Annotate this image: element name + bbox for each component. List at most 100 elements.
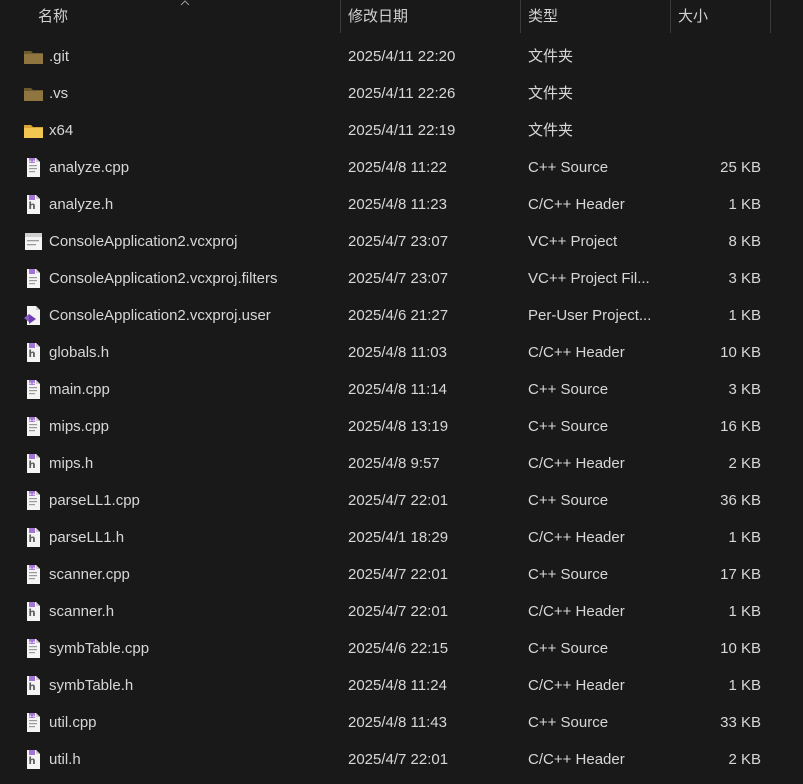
cpp-file-icon: ++ (23, 157, 44, 178)
file-type: VC++ Project Fil... (528, 270, 650, 287)
header-file-icon: h (23, 749, 44, 770)
file-type: C/C++ Header (528, 196, 625, 213)
vcxproj-file-icon (23, 231, 44, 252)
file-type: C++ Source (528, 159, 609, 176)
file-row[interactable]: ConsoleApplication2.vcxproj.user 2025/4/6… (0, 297, 803, 334)
svg-text:++: ++ (28, 380, 36, 386)
file-type: C++ Source (528, 714, 609, 731)
file-type: C/C++ Header (528, 677, 625, 694)
file-date-modified: 2025/4/6 21:27 (348, 307, 449, 324)
file-size: 3 KB (728, 381, 761, 398)
file-name: .vs (49, 85, 69, 102)
file-date-modified: 2025/4/7 23:07 (348, 233, 449, 250)
svg-text:++: ++ (28, 417, 36, 423)
column-header-type[interactable]: 类型 (521, 0, 670, 33)
file-name: ConsoleApplication2.vcxproj.user (49, 307, 271, 324)
cpp-file-icon: ++ (23, 638, 44, 659)
file-size: 36 KB (720, 492, 761, 509)
file-size: 2 KB (728, 455, 761, 472)
file-row[interactable]: h analyze.h 2025/4/8 11:23 C/C++ Header 1 KB (0, 186, 803, 223)
file-size (672, 112, 761, 149)
file-type: 文件夹 (528, 48, 574, 65)
column-header-date[interactable]: 修改日期 (341, 0, 520, 33)
file-date-modified: 2025/4/8 9:57 (348, 455, 440, 472)
cpp-file-icon: ++ (23, 379, 44, 400)
file-name: util.cpp (49, 714, 97, 731)
file-row[interactable]: ++ parseLL1.cpp 2025/4/7 22:01 C++ Source 36… (0, 482, 803, 519)
file-date-modified: 2025/4/7 22:01 (348, 492, 449, 509)
file-date-modified: 2025/4/8 11:03 (348, 344, 447, 361)
column-header-size[interactable]: 大小 (671, 0, 770, 33)
file-size: 1 KB (728, 307, 761, 324)
svg-text:++: ++ (28, 639, 36, 645)
svg-text:h: h (28, 201, 35, 212)
file-date-modified: 2025/4/8 11:43 (348, 714, 447, 731)
svg-text:h: h (28, 349, 35, 360)
file-date-modified: 2025/4/6 22:15 (348, 640, 449, 657)
file-size: 16 KB (720, 418, 761, 435)
file-size: 1 KB (728, 529, 761, 546)
svg-text:++: ++ (28, 158, 36, 164)
file-size: 10 KB (720, 344, 761, 361)
file-row[interactable]: h mips.h 2025/4/8 9:57 C/C++ Header 2 KB (0, 445, 803, 482)
file-name: x64 (49, 122, 74, 139)
file-row[interactable]: ++ analyze.cpp 2025/4/8 11:22 C++ Source 25 … (0, 149, 803, 186)
file-type: C/C++ Header (528, 751, 625, 768)
file-date-modified: 2025/4/11 22:26 (348, 85, 456, 102)
file-date-modified: 2025/4/7 23:07 (348, 270, 449, 287)
file-size: 3 KB (728, 270, 761, 287)
cpp-file-icon: ++ (23, 712, 44, 733)
filters-file-icon (23, 268, 44, 289)
file-row[interactable]: ++ main.cpp 2025/4/8 11:14 C++ Source 3 KB (0, 371, 803, 408)
file-type: C++ Source (528, 492, 609, 509)
file-row[interactable]: h globals.h 2025/4/8 11:03 C/C++ Header 10 K… (0, 334, 803, 371)
folder-dark-icon (23, 83, 44, 104)
file-row[interactable]: ++ util.cpp 2025/4/8 11:43 C++ Source 33 KB (0, 704, 803, 741)
file-size: 2 KB (728, 751, 761, 768)
file-size: 8 KB (728, 233, 761, 250)
file-name: symbTable.h (49, 677, 134, 694)
file-type: C++ Source (528, 418, 609, 435)
file-type: C/C++ Header (528, 455, 625, 472)
file-row[interactable]: ++ mips.cpp 2025/4/8 13:19 C++ Source 16 KB (0, 408, 803, 445)
folder-dark-icon (23, 46, 44, 67)
file-type: C++ Source (528, 381, 609, 398)
file-row[interactable]: ++ symbTable.cpp 2025/4/6 22:15 C++ Source 1… (0, 630, 803, 667)
file-name: parseLL1.h (49, 529, 125, 546)
file-date-modified: 2025/4/7 22:01 (348, 603, 449, 620)
svg-text:++: ++ (28, 491, 36, 497)
file-name: scanner.h (49, 603, 115, 620)
file-type: C++ Source (528, 640, 609, 657)
column-divider[interactable] (770, 0, 771, 33)
file-row[interactable]: ConsoleApplication2.vcxproj.filters 2025/… (0, 260, 803, 297)
folder-icon (23, 120, 44, 141)
file-row[interactable]: h parseLL1.h 2025/4/1 18:29 C/C++ Header 1 K… (0, 519, 803, 556)
file-row[interactable]: ++ scanner.cpp 2025/4/7 22:01 C++ Source 17 … (0, 556, 803, 593)
file-type: C/C++ Header (528, 344, 625, 361)
file-date-modified: 2025/4/8 11:14 (348, 381, 447, 398)
column-header-type-label: 类型 (528, 8, 559, 25)
user-file-icon (23, 305, 44, 326)
file-date-modified: 2025/4/11 22:20 (348, 48, 456, 65)
file-row[interactable]: x64 2025/4/11 22:19 文件夹 (0, 112, 803, 149)
file-row[interactable]: .vs 2025/4/11 22:26 文件夹 (0, 75, 803, 112)
file-row[interactable]: h scanner.h 2025/4/7 22:01 C/C++ Header 1 KB (0, 593, 803, 630)
svg-text:h: h (28, 756, 35, 767)
file-row[interactable]: .git 2025/4/11 22:20 文件夹 (0, 38, 803, 75)
file-list: .git 2025/4/11 22:20 文件夹 .vs 2025/4/11 22:26… (0, 38, 803, 778)
svg-text:++: ++ (28, 565, 36, 571)
file-row[interactable]: h symbTable.h 2025/4/8 11:24 C/C++ Header 1 … (0, 667, 803, 704)
file-type: C++ Source (528, 566, 609, 583)
file-date-modified: 2025/4/8 11:23 (348, 196, 447, 213)
file-name: .git (49, 48, 70, 65)
file-date-modified: 2025/4/8 11:24 (348, 677, 447, 694)
file-name: mips.h (49, 455, 94, 472)
file-date-modified: 2025/4/1 18:29 (348, 529, 449, 546)
file-name: symbTable.cpp (49, 640, 150, 657)
header-file-icon: h (23, 601, 44, 622)
file-row[interactable]: ConsoleApplication2.vcxproj 2025/4/7 23:0… (0, 223, 803, 260)
file-size: 1 KB (728, 196, 761, 213)
file-size: 25 KB (720, 159, 761, 176)
file-row[interactable]: h util.h 2025/4/7 22:01 C/C++ Header 2 KB (0, 741, 803, 778)
file-size (672, 75, 761, 112)
